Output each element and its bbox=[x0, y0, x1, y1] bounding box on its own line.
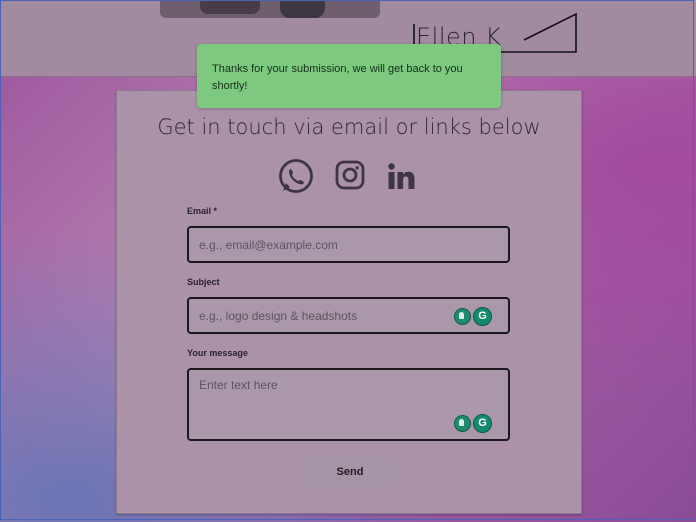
email-field[interactable] bbox=[189, 228, 508, 261]
bulb-icon[interactable] bbox=[454, 415, 471, 432]
contact-card: Get in touch via email or links below Em… bbox=[116, 90, 582, 514]
success-toast[interactable]: Thanks for your submission, we will get … bbox=[197, 44, 501, 108]
header-photo bbox=[160, 0, 380, 18]
bulb-icon[interactable] bbox=[454, 308, 471, 325]
whatsapp-icon[interactable] bbox=[277, 157, 315, 195]
email-field-box bbox=[187, 226, 510, 263]
grammarly-icon[interactable]: G bbox=[473, 307, 492, 326]
instagram-icon[interactable] bbox=[335, 160, 365, 190]
email-label: Email * bbox=[187, 206, 218, 216]
message-label: Your message bbox=[187, 348, 248, 358]
linkedin-icon[interactable] bbox=[387, 162, 415, 190]
grammarly-widget[interactable]: G bbox=[454, 414, 494, 433]
contact-title: Get in touch via email or links below bbox=[157, 115, 541, 139]
subject-label: Subject bbox=[187, 277, 220, 287]
grammarly-widget[interactable]: G bbox=[454, 307, 494, 326]
toast-message: Thanks for your submission, we will get … bbox=[212, 63, 463, 92]
message-field-box: G bbox=[187, 368, 510, 441]
grammarly-icon[interactable]: G bbox=[473, 414, 492, 433]
subject-field-box: G bbox=[187, 297, 510, 334]
send-button[interactable]: Send bbox=[303, 457, 397, 487]
social-links bbox=[277, 157, 427, 197]
